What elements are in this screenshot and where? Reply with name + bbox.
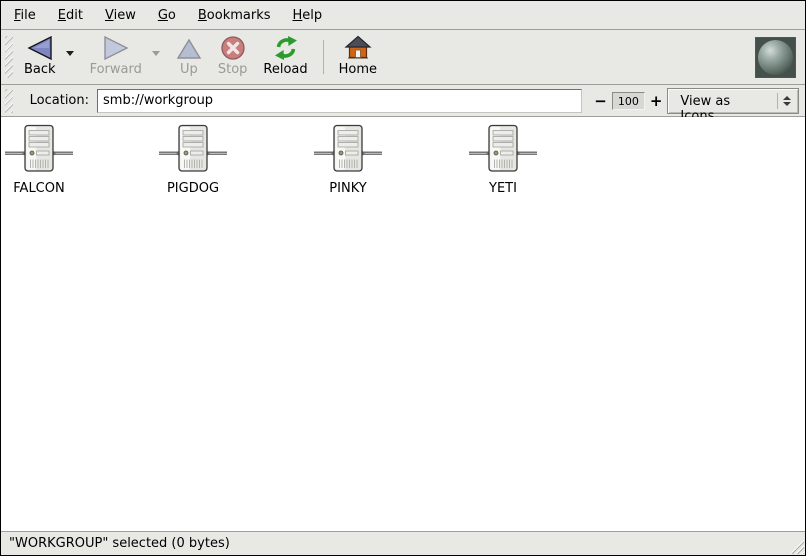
network-server-icon — [312, 124, 384, 174]
forward-label: Forward — [90, 62, 142, 77]
file-label: PIGDOG — [155, 181, 231, 196]
file-label: YETI — [465, 181, 541, 196]
view-as-label: View as Icons — [668, 89, 775, 113]
file-item-pinky[interactable]: PINKY — [310, 124, 386, 196]
throbber — [755, 37, 796, 78]
file-item-falcon[interactable]: FALCON — [1, 124, 77, 196]
zoom-level-indicator[interactable]: 100 — [612, 92, 645, 110]
stop-icon — [220, 35, 246, 61]
up-label: Up — [180, 62, 198, 77]
icon-view[interactable]: FALCON PIGDOG — [1, 117, 805, 531]
resize-grip-icon[interactable] — [787, 537, 804, 554]
menu-edit[interactable]: Edit — [47, 3, 94, 28]
menu-bookmarks[interactable]: Bookmarks — [187, 3, 282, 28]
reload-icon — [272, 35, 300, 61]
file-manager-window: File Edit View Go Bookmarks Help Back Fo… — [0, 0, 806, 556]
back-button[interactable]: Back — [16, 32, 64, 82]
reload-label: Reload — [263, 62, 307, 77]
zoom-in-button[interactable]: + — [645, 92, 668, 110]
home-button[interactable]: Home — [331, 32, 385, 82]
location-bar: Location: − 100 + View as Icons — [1, 85, 805, 117]
file-label: FALCON — [1, 181, 77, 196]
zoom-out-button[interactable]: − — [589, 92, 612, 110]
location-input[interactable] — [97, 89, 582, 113]
menu-help[interactable]: Help — [282, 3, 334, 28]
reload-button[interactable]: Reload — [255, 32, 315, 82]
back-history-dropdown-icon[interactable] — [66, 51, 74, 56]
forward-history-dropdown-icon[interactable] — [152, 51, 160, 56]
up-button[interactable]: Up — [168, 32, 210, 82]
globe-throbber-icon — [758, 40, 793, 75]
home-label: Home — [339, 62, 377, 77]
location-label: Location: — [30, 93, 89, 108]
menu-bar: File Edit View Go Bookmarks Help — [1, 1, 805, 30]
back-label: Back — [24, 62, 56, 77]
location-bar-grip[interactable] — [5, 89, 13, 113]
forward-arrow-icon — [102, 35, 130, 61]
file-item-pigdog[interactable]: PIGDOG — [155, 124, 231, 196]
status-bar: "WORKGROUP" selected (0 bytes) — [1, 531, 805, 555]
home-icon — [344, 35, 372, 61]
stop-button[interactable]: Stop — [210, 32, 256, 82]
file-label: PINKY — [310, 181, 386, 196]
menu-file[interactable]: File — [3, 3, 47, 28]
menu-view[interactable]: View — [94, 3, 147, 28]
view-as-selector[interactable]: View as Icons — [667, 88, 799, 114]
network-server-icon — [467, 124, 539, 174]
network-server-icon — [157, 124, 229, 174]
status-text: "WORKGROUP" selected (0 bytes) — [9, 536, 230, 551]
toolbar-separator — [323, 40, 324, 74]
menu-go[interactable]: Go — [147, 3, 187, 28]
dropdown-arrows-icon — [777, 93, 796, 109]
toolbar: Back Forward Up Stop — [1, 30, 805, 85]
toolbar-grip[interactable] — [5, 36, 13, 78]
network-server-icon — [3, 124, 75, 174]
file-item-yeti[interactable]: YETI — [465, 124, 541, 196]
up-arrow-icon — [176, 36, 202, 61]
back-arrow-icon — [26, 35, 54, 61]
stop-label: Stop — [218, 62, 248, 77]
forward-button[interactable]: Forward — [82, 32, 150, 82]
